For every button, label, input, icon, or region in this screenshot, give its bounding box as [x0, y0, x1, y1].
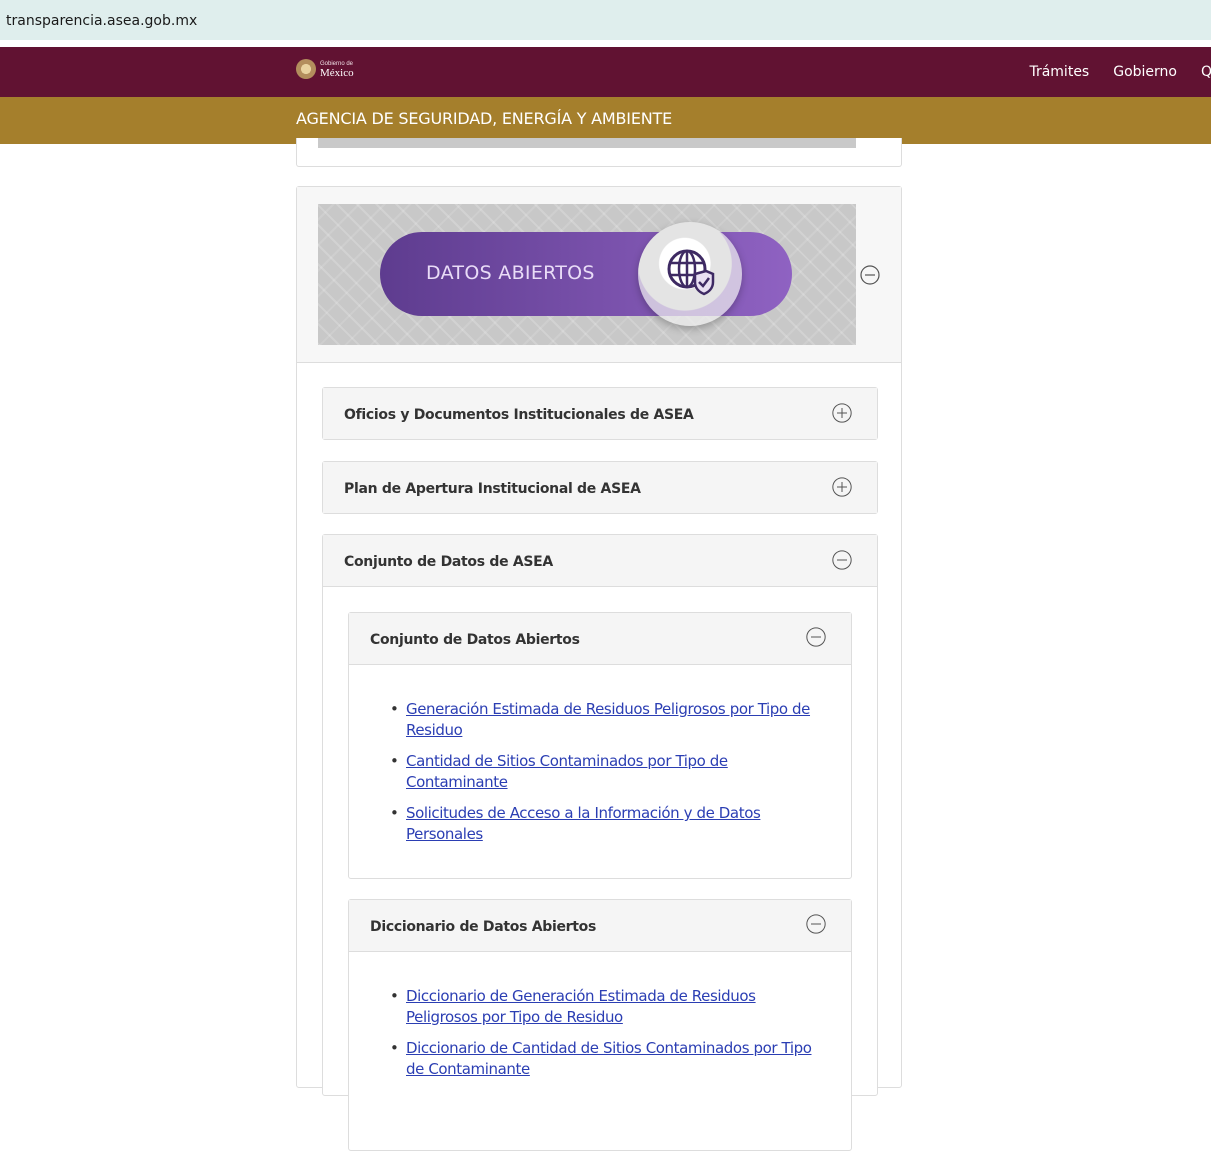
agency-title: AGENCIA DE SEGURIDAD, ENERGÍA Y AMBIENTE: [296, 109, 672, 128]
link-diccionario-sitios[interactable]: Diccionario de Cantidad de Sitios Contam…: [406, 1039, 812, 1078]
datos-abiertos-banner[interactable]: DATOS ABIERTOS: [318, 204, 856, 345]
datos-abiertos-panel: DATOS ABIERTOS Oficios y Documentos Inst…: [296, 186, 902, 1151]
nav-link-tramites[interactable]: Trámites: [1029, 64, 1089, 80]
subsection-conjunto-datos-header[interactable]: Conjunto de Datos Abiertos: [349, 613, 851, 665]
link-sitios-contaminados[interactable]: Cantidad de Sitios Contaminados por Tipo…: [406, 752, 728, 791]
list-item: Solicitudes de Acceso a la Información y…: [385, 803, 825, 844]
globe-shield-icon-badge: [638, 222, 742, 326]
link-text-line-2[interactable]: de Contaminante: [406, 1060, 530, 1078]
link-residuos-peligrosos[interactable]: Generación Estimada de Residuos Peligros…: [406, 700, 810, 739]
subsection-conjunto-datos-title[interactable]: Conjunto de Datos Abiertos: [370, 632, 580, 648]
link-diccionario-residuos[interactable]: Diccionario de Generación Estimada de Re…: [406, 987, 756, 1026]
link-text-line-1[interactable]: Solicitudes de Acceso a la Información y…: [406, 804, 761, 822]
search-icon[interactable]: Q: [1201, 64, 1211, 80]
section-oficios: Oficios y Documentos Institucionales de …: [322, 387, 878, 440]
subsection-diccionario-header[interactable]: Diccionario de Datos Abiertos: [349, 900, 851, 952]
collapse-icon[interactable]: [806, 914, 826, 934]
section-oficios-title[interactable]: Oficios y Documentos Institucionales de …: [344, 407, 694, 423]
section-conjunto-header[interactable]: Conjunto de Datos de ASEA: [323, 535, 877, 586]
nav-link-gobierno[interactable]: Gobierno: [1113, 64, 1177, 80]
list-item: Diccionario de Generación Estimada de Re…: [385, 986, 825, 1027]
list-item: Cantidad de Sitios Contaminados por Tipo…: [385, 751, 825, 792]
link-text-line-2[interactable]: Personales: [406, 825, 483, 843]
section-oficios-header[interactable]: Oficios y Documentos Institucionales de …: [323, 388, 877, 439]
section-conjunto-body: Conjunto de Datos Abiertos Generación Es…: [323, 586, 877, 1151]
subsection-diccionario: Diccionario de Datos Abiertos Diccionari…: [348, 899, 852, 1151]
expand-icon[interactable]: [832, 477, 852, 497]
section-plan-header[interactable]: Plan de Apertura Institucional de ASEA: [323, 462, 877, 513]
logo-text: Gobierno de México: [320, 60, 354, 79]
top-navigation: Gobierno de México Trámites Gobierno Q: [0, 47, 1211, 97]
expand-icon[interactable]: [832, 403, 852, 423]
list-item: Diccionario de Cantidad de Sitios Contam…: [385, 1038, 825, 1079]
link-text-line-2[interactable]: Residuo: [406, 721, 463, 739]
previous-panel-bottom: [296, 138, 902, 167]
link-text-line-2[interactable]: Peligrosos por Tipo de Residuo: [406, 1008, 623, 1026]
section-plan-title[interactable]: Plan de Apertura Institucional de ASEA: [344, 481, 641, 497]
nav-links: Trámites Gobierno Q: [1029, 64, 1211, 80]
gobierno-mexico-logo[interactable]: Gobierno de México: [296, 59, 354, 79]
link-text-line-2[interactable]: Contaminante: [406, 773, 508, 791]
section-conjunto: Conjunto de Datos de ASEA Conjunto de Da…: [322, 534, 878, 1151]
section-conjunto-title[interactable]: Conjunto de Datos de ASEA: [344, 554, 553, 570]
conjunto-datos-link-list: Generación Estimada de Residuos Peligros…: [385, 699, 825, 855]
link-text-line-1[interactable]: Generación Estimada de Residuos Peligros…: [406, 700, 810, 718]
diccionario-link-list: Diccionario de Generación Estimada de Re…: [385, 986, 825, 1090]
globe-shield-icon: [667, 249, 715, 296]
national-seal-icon: [296, 59, 316, 79]
subsection-diccionario-title[interactable]: Diccionario de Datos Abiertos: [370, 919, 596, 935]
link-solicitudes-acceso[interactable]: Solicitudes de Acceso a la Información y…: [406, 804, 761, 843]
link-text-line-1[interactable]: Diccionario de Cantidad de Sitios Contam…: [406, 1039, 812, 1057]
list-item: Generación Estimada de Residuos Peligros…: [385, 699, 825, 740]
link-text-line-1[interactable]: Cantidad de Sitios Contaminados por Tipo…: [406, 752, 728, 770]
agency-bar: AGENCIA DE SEGURIDAD, ENERGÍA Y AMBIENTE: [0, 97, 1211, 144]
url-text[interactable]: transparencia.asea.gob.mx: [6, 13, 197, 29]
datos-abiertos-panel-header[interactable]: DATOS ABIERTOS: [297, 187, 901, 363]
banner-label: DATOS ABIERTOS: [426, 262, 595, 284]
collapse-icon[interactable]: [860, 265, 880, 285]
browser-url-bar[interactable]: transparencia.asea.gob.mx: [0, 0, 1211, 40]
section-plan: Plan de Apertura Institucional de ASEA: [322, 461, 878, 514]
logo-big-text: México: [320, 67, 354, 79]
collapse-icon[interactable]: [806, 627, 826, 647]
subsection-conjunto-datos: Conjunto de Datos Abiertos Generación Es…: [348, 612, 852, 879]
banner-pill: DATOS ABIERTOS: [380, 222, 792, 326]
collapse-icon[interactable]: [832, 550, 852, 570]
previous-panel-banner: [318, 138, 856, 148]
link-text-line-1[interactable]: Diccionario de Generación Estimada de Re…: [406, 987, 756, 1005]
